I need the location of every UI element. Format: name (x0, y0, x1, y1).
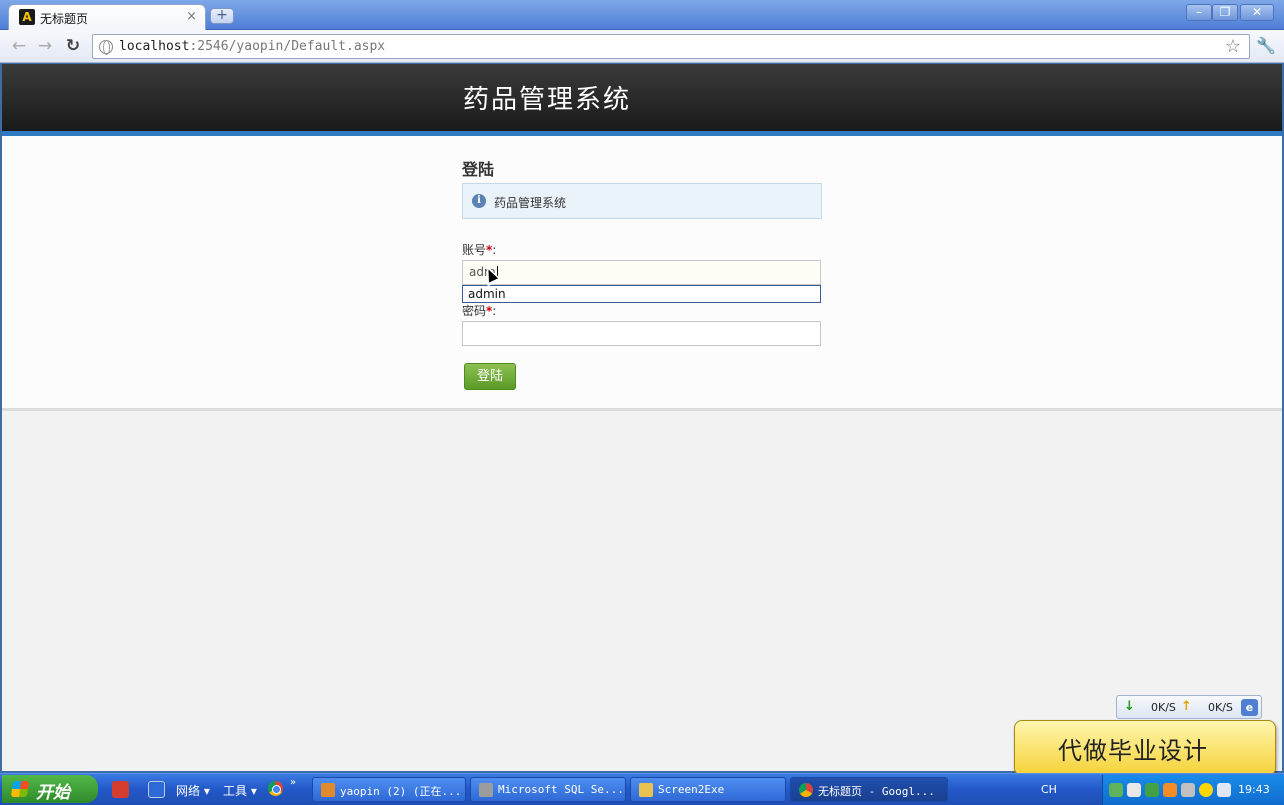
windows-taskbar: 开始 网络 ▾ 工具 ▾ » yaopin (2) (正在... Microso… (0, 773, 1284, 805)
login-heading: 登陆 (462, 160, 495, 179)
folder-icon (639, 783, 653, 797)
minimize-button[interactable]: – (1186, 4, 1212, 21)
promo-banner[interactable]: 代做毕业设计 (1014, 720, 1276, 789)
toolbar-overflow-chevron[interactable]: » (290, 777, 296, 788)
browser-titlebar: A 无标题页 × + – ❐ ✕ (0, 0, 1284, 30)
close-window-button[interactable]: ✕ (1240, 4, 1274, 21)
info-icon: i (472, 194, 486, 208)
autocomplete-dropdown[interactable]: admin (462, 285, 821, 303)
globe-icon (99, 40, 113, 55)
notice-text: 药品管理系统 (494, 196, 567, 210)
account-label: 账号*: (462, 241, 496, 258)
tray-speaker-icon[interactable] (1181, 783, 1195, 797)
ie-icon[interactable]: e (1241, 699, 1258, 716)
taskbar-clock[interactable]: 19:43 (1238, 783, 1270, 796)
network-speed-meter[interactable]: ↓ 0K/S ↑ 0K/S e (1116, 695, 1262, 719)
tab-close-icon[interactable]: × (186, 9, 197, 24)
new-tab-button[interactable]: + (210, 8, 234, 24)
promo-text: 代做毕业设计 (1058, 737, 1208, 765)
task-label: Screen2Exe (658, 783, 725, 796)
account-label-text: 账号 (462, 243, 487, 257)
tray-security-icon[interactable] (1145, 783, 1159, 797)
taskbar-button-chrome[interactable]: 无标题页 - Googl... (790, 777, 948, 802)
start-button[interactable]: 开始 (2, 775, 98, 803)
url-path: :2546/yaopin/Default.aspx (189, 39, 386, 54)
page-footer-area (2, 414, 1282, 771)
password-label-text: 密码 (462, 304, 487, 318)
browser-tab[interactable]: A 无标题页 × (8, 4, 206, 30)
address-bar[interactable]: localhost:2546/yaopin/Default.aspx ☆ (92, 34, 1250, 59)
account-input[interactable]: adm (462, 260, 821, 285)
taskbar-button-yaopin[interactable]: yaopin (2) (正在... (312, 777, 466, 802)
url-text: localhost:2546/yaopin/Default.aspx (119, 39, 385, 54)
task-label: yaopin (2) (正在... (340, 785, 462, 798)
login-button[interactable]: 登陆 (464, 363, 516, 390)
label-colon: : (492, 304, 497, 318)
tray-tool-icon[interactable] (1163, 783, 1177, 797)
tools-toolbar-menu[interactable]: 工具 ▾ (223, 782, 257, 799)
password-input[interactable] (462, 321, 821, 346)
tray-display-icon[interactable] (1217, 783, 1231, 797)
browser-toolbar: ← → ↻ localhost:2546/yaopin/Default.aspx… (0, 30, 1284, 63)
taskbar-button-screen2exe[interactable]: Screen2Exe (630, 777, 786, 802)
upload-speed: 0K/S (1208, 701, 1233, 714)
network-toolbar-menu[interactable]: 网络 ▾ (176, 782, 210, 799)
wrench-menu-icon[interactable]: 🔧 (1256, 36, 1276, 55)
start-label: 开始 (36, 783, 70, 803)
url-host: localhost (119, 39, 190, 54)
visual-studio-icon (321, 783, 335, 797)
label-colon: : (492, 243, 497, 257)
system-tray: 19:43 (1102, 775, 1284, 805)
task-label: Microsoft SQL Se... (498, 783, 624, 796)
bookmark-star-icon[interactable]: ☆ (1225, 36, 1241, 57)
tray-network-icon[interactable] (1109, 783, 1123, 797)
upload-arrow-icon: ↑ (1181, 699, 1192, 714)
password-label: 密码*: (462, 302, 496, 319)
chrome-quicklaunch-icon[interactable] (268, 781, 283, 796)
info-notice: i 药品管理系统 (462, 183, 822, 219)
site-title: 药品管理系统 (463, 85, 632, 115)
task-label: 无标题页 - Googl... (818, 785, 935, 798)
download-speed: 0K/S (1151, 701, 1176, 714)
sql-server-icon (479, 783, 493, 797)
web-page: 药品管理系统 登陆 i 药品管理系统 账号*: adm admin 密码*: 登… (2, 64, 1282, 771)
quicklaunch-explorer-icon[interactable] (148, 781, 165, 798)
windows-logo-icon (10, 781, 30, 797)
forward-button[interactable]: → (34, 36, 56, 56)
tray-app-icon[interactable] (1127, 783, 1141, 797)
quicklaunch-app-icon[interactable] (112, 781, 129, 798)
maximize-button[interactable]: ❐ (1212, 4, 1238, 21)
download-arrow-icon: ↓ (1124, 699, 1135, 714)
reload-button[interactable]: ↻ (62, 36, 84, 56)
login-panel: 登陆 i 药品管理系统 账号*: adm admin 密码*: 登陆 (2, 136, 1282, 411)
site-favicon-icon: A (19, 9, 35, 25)
chrome-icon (799, 783, 813, 797)
tab-title: 无标题页 (40, 12, 89, 26)
taskbar-button-sql-server[interactable]: Microsoft SQL Se... (470, 777, 626, 802)
tray-plus-icon[interactable] (1199, 783, 1213, 797)
autocomplete-item[interactable]: admin (468, 287, 506, 301)
site-header: 药品管理系统 (2, 64, 1282, 136)
back-button[interactable]: ← (8, 36, 30, 56)
language-indicator[interactable]: CH (1041, 783, 1057, 796)
